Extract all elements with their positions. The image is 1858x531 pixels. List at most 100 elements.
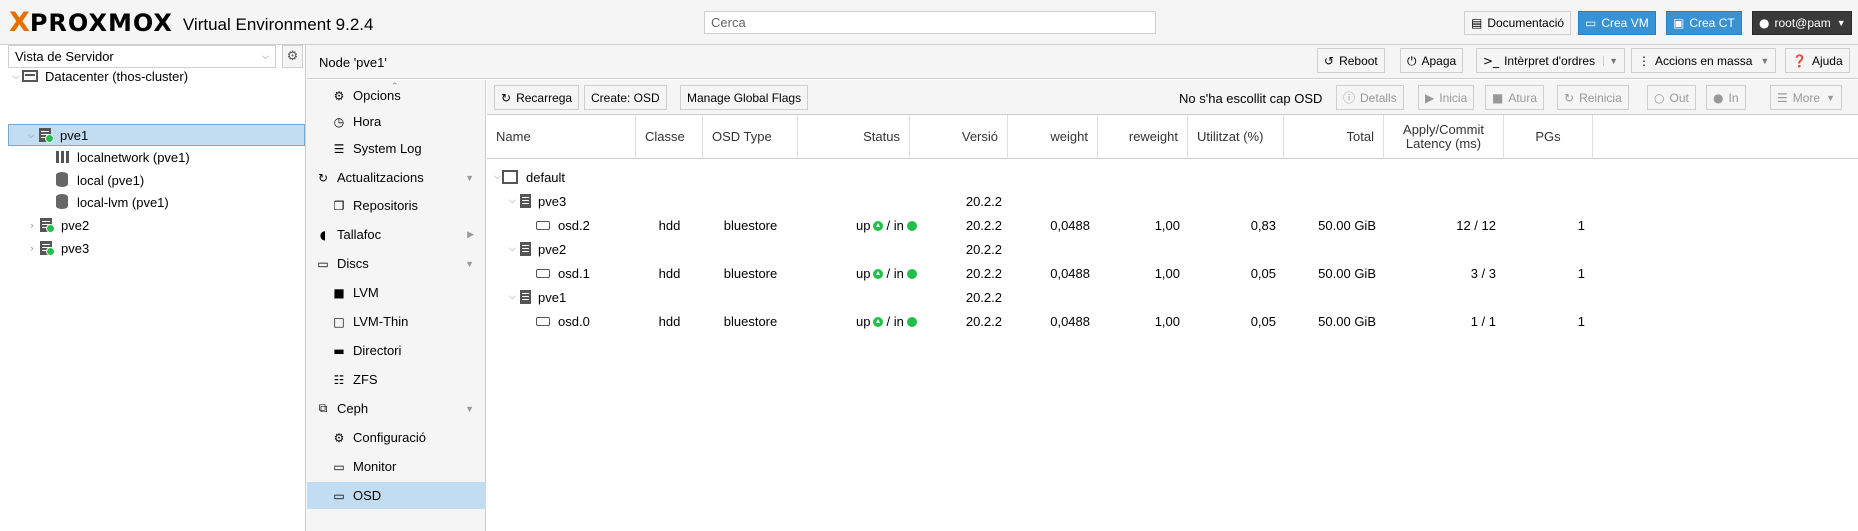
version-label: Virtual Environment 9.2.4 [182, 14, 374, 34]
menu-item-ceph-osd[interactable]: ▭ OSD [307, 482, 486, 509]
tree-item-pve3[interactable]: › pve3 [26, 237, 89, 259]
menu-item-disks[interactable]: ▭ Discs ▼ [307, 250, 486, 277]
menu-item-ceph-monitor[interactable]: ▭ Monitor [307, 453, 486, 480]
osd-used: 0,05 [1250, 314, 1276, 329]
monitor-icon: ▭ [1585, 16, 1597, 30]
chevron-down-icon[interactable]: ▼ [465, 259, 474, 269]
tree-item-local[interactable]: local (pve1) [54, 169, 144, 191]
manage-flags-button[interactable]: Manage Global Flags [680, 85, 809, 110]
storage-icon [54, 194, 72, 210]
menu-item-ceph[interactable]: ⧉ Ceph ▼ [307, 395, 486, 422]
menu-item-firewall[interactable]: ◖ Tallafoc ▶ [307, 221, 486, 248]
collapse-icon[interactable]: ⌵ [10, 71, 22, 82]
chevron-down-icon[interactable]: ▼ [465, 404, 474, 414]
tree-item-pve1[interactable]: ⌵ pve1 [8, 124, 305, 146]
reboot-button[interactable]: ↺ Reboot [1317, 48, 1385, 73]
osd-name-cell: osd.1 [536, 266, 590, 281]
shell-button[interactable]: >_ Intèrpret d'ordres ▼ [1476, 48, 1625, 73]
osd-total: 50.00 GiB [1318, 218, 1376, 233]
tree-item-datacenter[interactable]: ⌵ Datacenter (thos-cluster) [10, 65, 300, 87]
bulk-actions-label: Accions en massa [1655, 53, 1753, 68]
tree-row-root[interactable]: ⌵ default [487, 166, 1858, 190]
gear-icon: ⚙ [333, 430, 345, 445]
tree-item-local-lvm[interactable]: local-lvm (pve1) [54, 191, 169, 213]
menu-item-lvm-thin[interactable]: □ LVM-Thin [307, 308, 486, 335]
start-button[interactable]: ▶ Inicia [1418, 85, 1475, 110]
column-header-used[interactable]: Utilitzat (%) [1188, 115, 1284, 159]
server-ok-icon [37, 127, 55, 143]
menu-item-system-log[interactable]: ☰ System Log [307, 135, 486, 162]
menu-item-time[interactable]: ◷ Hora [307, 108, 486, 135]
chevron-down-icon[interactable]: ▼ [465, 173, 474, 183]
chevron-down-icon: ▼ [1836, 18, 1846, 28]
menu-item-zfs[interactable]: ☷ ZFS [307, 366, 486, 393]
reload-button[interactable]: ↻ Recarrega [494, 85, 580, 110]
folder-icon: ▬ [333, 343, 345, 358]
tree-item-localnetwork[interactable]: localnetwork (pve1) [54, 146, 190, 168]
osd-toolbar: ↻ Recarrega Create: OSD Manage Global Fla… [487, 80, 1858, 115]
logo-text: PROXMOX [29, 9, 173, 37]
chevron-down-icon[interactable]: ▼ [1603, 55, 1618, 66]
menu-item-label: LVM-Thin [353, 314, 409, 329]
collapse-icon[interactable]: ⌵ [494, 171, 501, 182]
table-row[interactable]: osd.2 hdd bluestore up / in 20.2.2 0,0488… [487, 214, 1858, 238]
collapse-icon[interactable]: ⌵ [25, 130, 37, 141]
host-icon [520, 194, 531, 208]
menu-item-directory[interactable]: ▬ Directori [307, 337, 486, 364]
column-header-reweight[interactable]: reweight [1098, 115, 1188, 159]
table-row[interactable]: osd.1 hdd bluestore up / in 20.2.2 0,0488… [487, 262, 1858, 286]
create-ct-button[interactable]: ▣ Crea CT [1666, 11, 1742, 35]
play-icon: ▶ [1425, 90, 1435, 105]
help-button[interactable]: ❓ Ajuda [1785, 48, 1850, 73]
column-header-latency[interactable]: Apply/Commit Latency (ms) [1384, 115, 1504, 159]
node-menu: ⌃ ⚙ Opcions ◷ Hora ☰ System Log ↻ Actualitza… [307, 80, 486, 531]
osd-panel: ↻ Recarrega Create: OSD Manage Global Fla… [487, 80, 1858, 531]
column-header-osd-type[interactable]: OSD Type [703, 115, 798, 159]
documentation-button[interactable]: ▤ Documentació [1464, 11, 1572, 35]
menu-item-repositories[interactable]: ❐ Repositoris [307, 192, 486, 219]
tree-row-host[interactable]: ⌵ pve3 20.2.2 [487, 190, 1858, 214]
column-header-class[interactable]: Classe [636, 115, 703, 159]
expand-icon[interactable]: › [26, 220, 38, 230]
menu-item-updates[interactable]: ↻ Actualitzacions ▼ [307, 164, 486, 191]
osd-version: 20.2.2 [965, 314, 1002, 329]
shutdown-button[interactable]: ⏻ Apaga [1400, 48, 1464, 73]
column-header-pgs[interactable]: PGs [1504, 115, 1593, 159]
create-vm-button[interactable]: ▭ Crea VM [1578, 11, 1656, 35]
column-header-total[interactable]: Total [1284, 115, 1384, 159]
column-header-status[interactable]: Status [798, 115, 910, 159]
osd-reweight: 1,00 [1154, 314, 1180, 329]
restart-button[interactable]: ↻ Reinicia [1557, 85, 1629, 110]
create-osd-button[interactable]: Create: OSD [584, 85, 667, 110]
expand-icon[interactable]: › [26, 243, 38, 253]
collapse-icon[interactable]: ⌵ [509, 243, 516, 254]
chevron-down-icon: ⌵ [262, 51, 269, 61]
tree-row-host[interactable]: ⌵ pve1 20.2.2 [487, 286, 1858, 310]
column-header-version[interactable]: Versió [910, 115, 1008, 159]
collapse-icon[interactable]: ⌵ [509, 291, 516, 302]
details-button[interactable]: ⓘ Detalls [1336, 85, 1404, 110]
documentation-label: Documentació [1487, 16, 1565, 30]
bulk-actions-button[interactable]: ⋮ Accions en massa ▼ [1631, 48, 1777, 73]
menu-item-ceph-config[interactable]: ⚙ Configuració [307, 424, 486, 451]
column-header-name[interactable]: Name [487, 115, 636, 159]
osd-reweight: 1,00 [1154, 218, 1180, 233]
search-input[interactable] [704, 11, 1156, 34]
osd-used: 0,83 [1250, 218, 1276, 233]
collapse-icon[interactable]: ⌵ [509, 195, 516, 206]
out-button[interactable]: ○ Out [1647, 85, 1696, 110]
stop-button[interactable]: ■ Atura [1485, 85, 1545, 110]
menu-item-options[interactable]: ⚙ Opcions [307, 82, 486, 109]
host-icon [520, 290, 531, 304]
more-button[interactable]: ☰ More ▼ [1770, 85, 1843, 110]
tree-item-pve2[interactable]: › pve2 [26, 214, 89, 236]
column-header-weight[interactable]: weight [1008, 115, 1098, 159]
menu-item-lvm[interactable]: ■ LVM [307, 279, 486, 306]
proxmox-logo[interactable]: X PROXMOX Virtual Environment 9.2.4 [9, 9, 374, 38]
user-menu-button[interactable]: ● root@pam ▼ [1752, 11, 1852, 35]
table-row[interactable]: osd.0 hdd bluestore up / in 20.2.2 0,0488… [487, 310, 1858, 334]
up-status-icon [873, 317, 884, 327]
chevron-right-icon[interactable]: ▶ [467, 229, 474, 240]
tree-row-host[interactable]: ⌵ pve2 20.2.2 [487, 238, 1858, 262]
in-button[interactable]: ● In [1706, 85, 1746, 110]
